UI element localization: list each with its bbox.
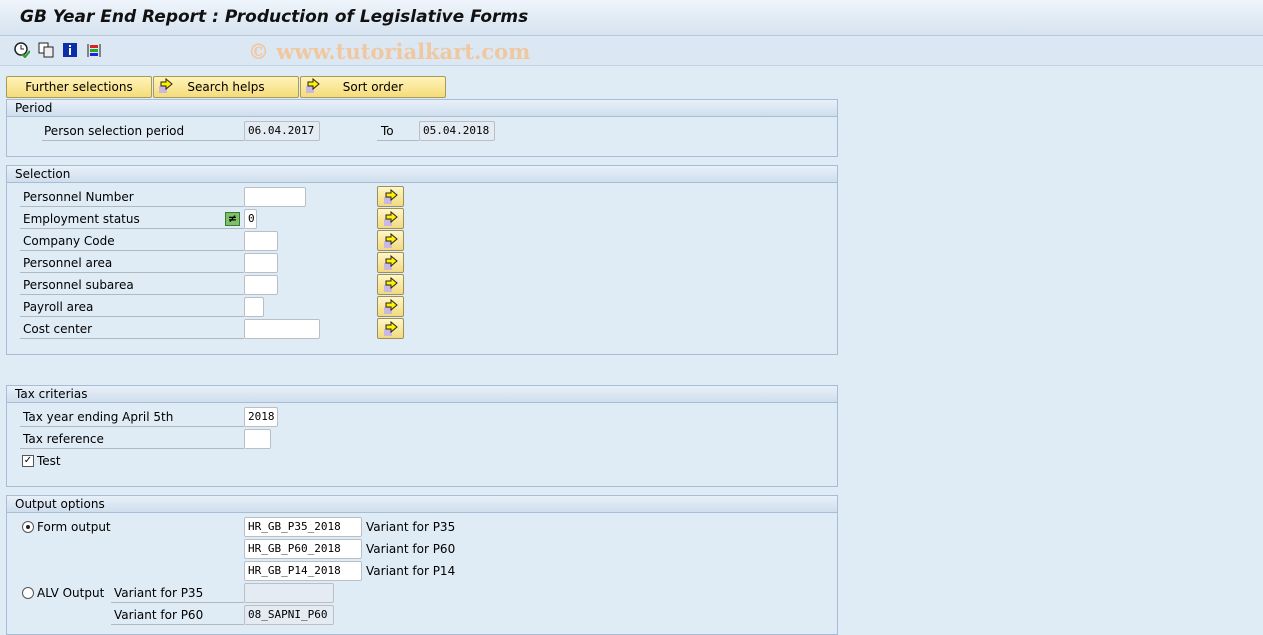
period-from-field[interactable]: 06.04.2017 bbox=[244, 121, 320, 141]
group-header: Output options bbox=[7, 496, 837, 513]
application-toolbar bbox=[0, 36, 1263, 66]
button-label: Search helps bbox=[187, 80, 265, 94]
selection-field[interactable] bbox=[244, 253, 278, 273]
copy-variant-icon[interactable] bbox=[38, 42, 54, 58]
form-output-radio[interactable] bbox=[22, 521, 34, 533]
alv-output-label: ALV Output bbox=[37, 586, 105, 600]
selection-label: Company Code bbox=[20, 231, 244, 251]
search-helps-button[interactable]: Search helps bbox=[153, 76, 299, 98]
selection-field[interactable] bbox=[244, 275, 278, 295]
arrow-right-icon bbox=[384, 211, 398, 226]
selection-label: Cost center bbox=[20, 319, 244, 339]
button-label: Sort order bbox=[342, 80, 404, 94]
arrow-right-icon bbox=[384, 299, 398, 314]
selection-options-icon[interactable] bbox=[86, 42, 102, 58]
group-header: Period bbox=[7, 100, 837, 117]
selection-label: Personnel Number bbox=[20, 187, 244, 207]
person-selection-period-label: Person selection period bbox=[42, 121, 244, 141]
arrow-right-icon bbox=[384, 277, 398, 292]
selection-field[interactable] bbox=[244, 187, 306, 207]
alv-output-radio[interactable] bbox=[22, 587, 34, 599]
arrow-right-icon bbox=[384, 233, 398, 248]
tax-reference-field[interactable] bbox=[244, 429, 271, 449]
p60-variant-field[interactable]: HR_GB_P60_2018 bbox=[244, 539, 362, 559]
group-header: Tax criterias bbox=[7, 386, 837, 403]
sort-order-button[interactable]: Sort order bbox=[300, 76, 446, 98]
multiple-selection-button[interactable] bbox=[377, 186, 404, 207]
p60-variant-label: Variant for P60 bbox=[366, 542, 456, 556]
multiple-selection-button[interactable] bbox=[377, 230, 404, 251]
selection-field[interactable] bbox=[244, 319, 320, 339]
multiple-selection-button[interactable] bbox=[377, 208, 404, 229]
arrow-right-icon bbox=[159, 78, 173, 93]
alv-p60-field[interactable]: 08_SAPNI_P60 bbox=[244, 605, 334, 625]
selection-label: Employment status bbox=[20, 209, 244, 229]
alv-p35-field[interactable] bbox=[244, 583, 334, 603]
page-title: GB Year End Report : Production of Legis… bbox=[20, 7, 529, 27]
p14-variant-field[interactable]: HR_GB_P14_2018 bbox=[244, 561, 362, 581]
multiple-selection-button[interactable] bbox=[377, 318, 404, 339]
p14-variant-label: Variant for P14 bbox=[366, 564, 456, 578]
selection-field[interactable]: 0 bbox=[244, 209, 257, 229]
test-label: Test bbox=[37, 454, 61, 468]
to-label: To bbox=[377, 121, 419, 141]
selection-label: Personnel area bbox=[20, 253, 244, 273]
test-checkbox[interactable]: ✓ bbox=[22, 455, 34, 467]
not-equal-option-icon[interactable]: ≠ bbox=[225, 212, 240, 226]
group-header: Selection bbox=[7, 166, 837, 183]
execute-clock-icon[interactable] bbox=[14, 42, 31, 59]
alv-p60-label: Variant for P60 bbox=[111, 605, 244, 625]
further-selections-button[interactable]: Further selections bbox=[6, 76, 152, 98]
info-icon[interactable] bbox=[62, 42, 78, 58]
arrow-right-icon bbox=[384, 255, 398, 270]
selection-label: Payroll area bbox=[20, 297, 244, 317]
p35-variant-field[interactable]: HR_GB_P35_2018 bbox=[244, 517, 362, 537]
multiple-selection-button[interactable] bbox=[377, 274, 404, 295]
selection-label: Personnel subarea bbox=[20, 275, 244, 295]
alv-p35-label: Variant for P35 bbox=[111, 583, 244, 603]
selection-field[interactable] bbox=[244, 297, 264, 317]
form-output-label: Form output bbox=[37, 520, 111, 534]
arrow-right-icon bbox=[384, 189, 398, 204]
tax-year-field[interactable]: 2018 bbox=[244, 407, 278, 427]
period-to-field[interactable]: 05.04.2018 bbox=[419, 121, 495, 141]
arrow-right-icon bbox=[384, 321, 398, 336]
button-label: Further selections bbox=[25, 80, 133, 94]
watermark: © www.tutorialkart.com bbox=[248, 39, 531, 64]
multiple-selection-button[interactable] bbox=[377, 252, 404, 273]
selection-field[interactable] bbox=[244, 231, 278, 251]
multiple-selection-button[interactable] bbox=[377, 296, 404, 317]
p35-variant-label: Variant for P35 bbox=[366, 520, 456, 534]
arrow-right-icon bbox=[306, 78, 320, 93]
tax-year-label: Tax year ending April 5th bbox=[20, 407, 244, 427]
tax-reference-label: Tax reference bbox=[20, 429, 244, 449]
